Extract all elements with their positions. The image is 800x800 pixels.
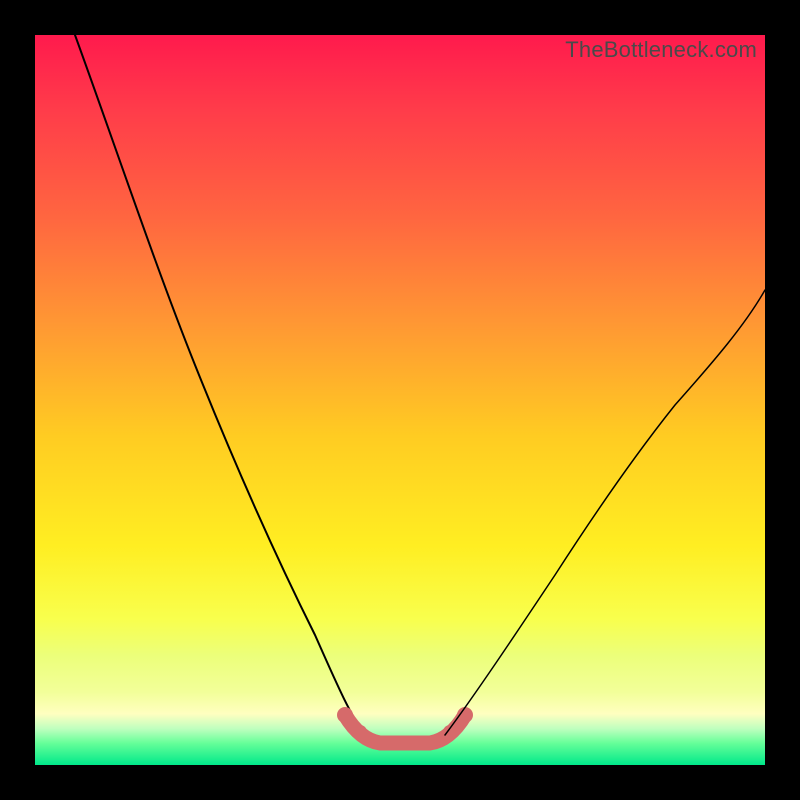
optimal-zone-dot (353, 725, 367, 739)
optimal-zone-start-dot (337, 707, 353, 723)
curve-left-branch (75, 35, 365, 735)
plot-area: TheBottleneck.com (35, 35, 765, 765)
chart-container: TheBottleneck.com (0, 0, 800, 800)
curve-right-branch (445, 290, 765, 735)
bottleneck-curve-svg (35, 35, 765, 765)
